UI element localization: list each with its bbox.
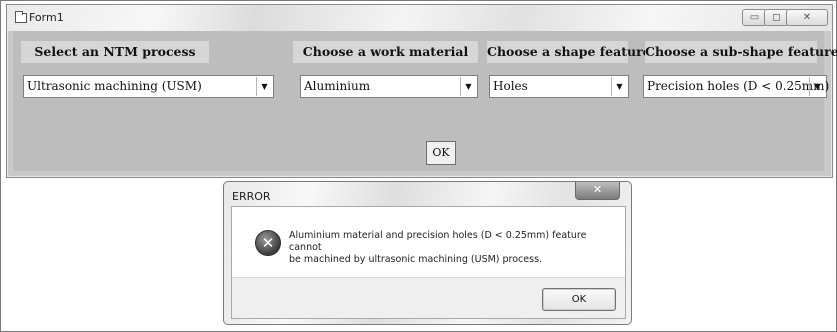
error-dialog: ERROR ✕ ✕ Aluminium material and precisi… xyxy=(223,181,632,325)
work-material-select[interactable]: Aluminium ▼ xyxy=(300,75,478,98)
ntm-process-value: Ultrasonic machining (USM) xyxy=(27,79,202,93)
ntm-process-select[interactable]: Ultrasonic machining (USM) ▼ xyxy=(23,75,274,98)
form-ok-button[interactable]: OK xyxy=(426,141,456,165)
error-icon: ✕ xyxy=(255,230,281,256)
sub-shape-feature-value: Precision holes (D < 0.25mm) xyxy=(647,79,830,93)
sub-shape-feature-label: Choose a sub-shape feature xyxy=(645,41,837,63)
sub-shape-feature-select[interactable]: Precision holes (D < 0.25mm) ▼ xyxy=(643,75,830,98)
form1-client-area: Select an NTM process Choose a work mate… xyxy=(13,31,837,171)
dropdown-arrow-icon[interactable]: ▼ xyxy=(809,77,825,96)
shape-feature-select[interactable]: Holes ▼ xyxy=(489,75,629,98)
dropdown-arrow-icon[interactable]: ▼ xyxy=(611,77,627,96)
error-message: Aluminium material and precision holes (… xyxy=(289,230,609,266)
work-material-label: Choose a work material xyxy=(293,41,478,63)
close-button[interactable]: ✕ xyxy=(786,9,828,26)
form1-title: Form1 xyxy=(29,11,64,24)
dropdown-arrow-icon[interactable]: ▼ xyxy=(256,77,272,96)
form1-titlebar[interactable]: Form1 ▭ ◻ ✕ xyxy=(7,5,832,31)
error-dialog-body: ✕ Aluminium material and precision holes… xyxy=(231,206,626,319)
error-dialog-footer: OK xyxy=(232,277,625,318)
error-message-line-2: be machined by ultrasonic machining (USM… xyxy=(289,254,543,265)
window-icon xyxy=(15,11,27,23)
dropdown-arrow-icon[interactable]: ▼ xyxy=(460,77,476,96)
form1-window: Form1 ▭ ◻ ✕ Select an NTM process Choose… xyxy=(6,4,837,178)
dialog-close-button[interactable]: ✕ xyxy=(575,182,620,200)
work-material-value: Aluminium xyxy=(304,79,371,93)
error-dialog-title: ERROR xyxy=(232,190,271,203)
shape-feature-label: Choose a shape feature xyxy=(487,41,651,63)
dialog-ok-button[interactable]: OK xyxy=(542,288,616,311)
error-message-line-1: Aluminium material and precision holes (… xyxy=(289,230,587,253)
shape-feature-value: Holes xyxy=(493,79,528,93)
ntm-process-label: Select an NTM process xyxy=(21,41,209,63)
